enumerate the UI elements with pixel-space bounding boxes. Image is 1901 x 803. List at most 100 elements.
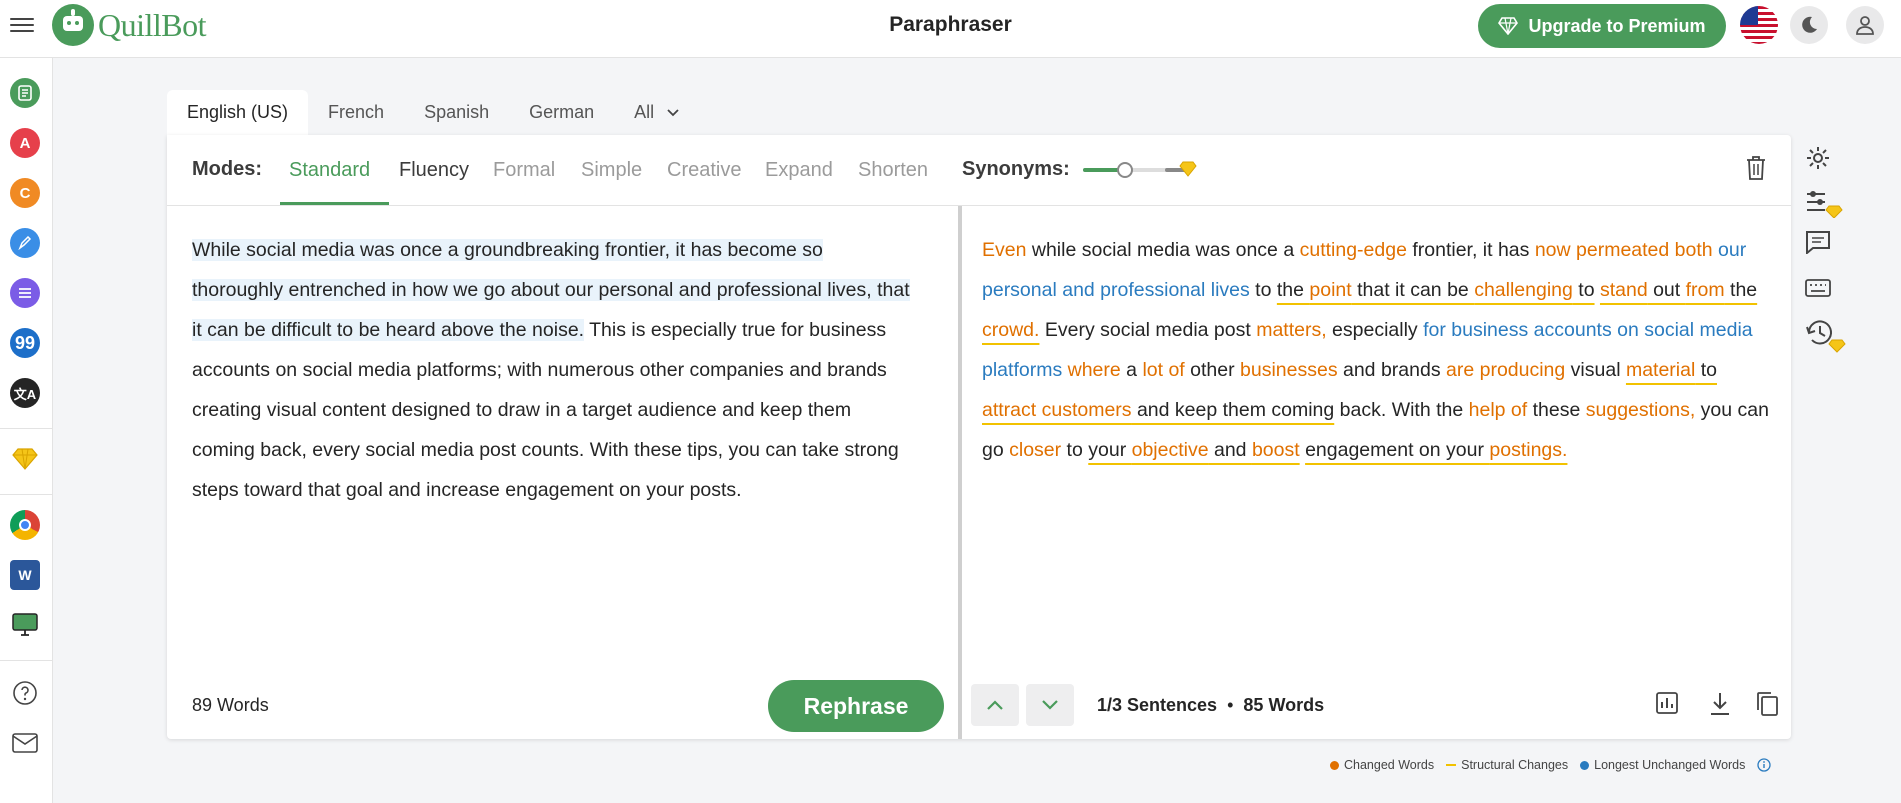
tab-french[interactable]: French bbox=[308, 90, 404, 135]
mode-standard[interactable]: Standard bbox=[289, 159, 370, 182]
copy-icon[interactable] bbox=[1755, 691, 1779, 717]
dark-mode-button[interactable] bbox=[1790, 6, 1828, 44]
previous-sentence-button[interactable] bbox=[971, 684, 1019, 726]
premium-diamond-icon[interactable] bbox=[10, 444, 40, 474]
output-segment: the bbox=[1276, 279, 1310, 301]
output-segment: these bbox=[1527, 399, 1586, 421]
output-segment: out bbox=[1647, 279, 1686, 301]
rephrase-button[interactable]: Rephrase bbox=[768, 680, 944, 732]
output-segment[interactable]: crowd. bbox=[982, 319, 1039, 341]
sidebar-divider bbox=[0, 428, 53, 429]
us-flag-icon[interactable] bbox=[1740, 6, 1778, 44]
output-segment[interactable]: are producing bbox=[1446, 359, 1565, 381]
tab-english-us[interactable]: English (US) bbox=[167, 90, 309, 135]
output-segment[interactable]: both bbox=[1675, 239, 1713, 261]
mode-fluency[interactable]: Fluency bbox=[399, 159, 469, 182]
word-addin-icon[interactable]: W bbox=[10, 560, 40, 590]
synonyms-slider[interactable] bbox=[1083, 159, 1197, 181]
output-segment: to bbox=[1061, 439, 1089, 461]
citation-generator-icon[interactable]: 99 bbox=[10, 328, 40, 358]
output-segment[interactable]: boost bbox=[1252, 439, 1300, 461]
modes-bar: Modes: Standard Fluency Formal Simple Cr… bbox=[167, 135, 1791, 206]
tab-spanish[interactable]: Spanish bbox=[404, 90, 509, 135]
mode-formal[interactable]: Formal bbox=[493, 159, 555, 182]
trash-icon[interactable] bbox=[1745, 155, 1767, 181]
output-segment: and brands bbox=[1337, 359, 1446, 381]
download-icon[interactable] bbox=[1708, 691, 1732, 717]
mode-shorten[interactable]: Shorten bbox=[858, 159, 928, 182]
slider-thumb[interactable] bbox=[1117, 162, 1133, 178]
summarizer-icon[interactable] bbox=[10, 278, 40, 308]
quillbot-logo[interactable]: QuillBot bbox=[52, 4, 207, 46]
paraphraser-icon[interactable] bbox=[10, 78, 40, 108]
history-icon[interactable] bbox=[1805, 318, 1847, 354]
output-segment[interactable]: point bbox=[1309, 279, 1351, 301]
account-button[interactable] bbox=[1846, 6, 1884, 44]
chrome-extension-icon[interactable] bbox=[10, 510, 40, 540]
legend: Changed Words Structural Changes Longest… bbox=[1330, 758, 1772, 772]
legend-structural-label: Structural Changes bbox=[1461, 758, 1569, 772]
input-word-count: 89 Words bbox=[192, 695, 269, 715]
next-sentence-button[interactable] bbox=[1026, 684, 1074, 726]
translator-icon[interactable]: 文A bbox=[10, 378, 40, 408]
plagiarism-checker-icon[interactable]: C bbox=[10, 178, 40, 208]
input-text-area[interactable]: While social media was once a groundbrea… bbox=[192, 230, 912, 510]
output-segment[interactable]: attract customers bbox=[982, 399, 1132, 421]
desktop-app-icon[interactable] bbox=[10, 610, 40, 640]
output-segment[interactable]: from bbox=[1686, 279, 1725, 301]
output-segment[interactable]: matters, bbox=[1256, 319, 1326, 341]
language-tabs: English (US) French Spanish German All bbox=[167, 90, 699, 135]
output-segment[interactable]: help of bbox=[1469, 399, 1528, 421]
output-segment[interactable]: postings. bbox=[1489, 439, 1567, 461]
output-segment: to bbox=[1249, 279, 1277, 301]
output-segment: Every social media post bbox=[1039, 319, 1257, 341]
statistics-icon[interactable] bbox=[1655, 691, 1679, 715]
paraphraser-card: Modes: Standard Fluency Formal Simple Cr… bbox=[167, 135, 1791, 739]
left-sidebar: A C 99 文A W bbox=[0, 58, 53, 803]
mode-creative[interactable]: Creative bbox=[667, 159, 741, 182]
panel-divider[interactable] bbox=[958, 206, 962, 739]
sentence-count: 1/3 Sentences bbox=[1097, 695, 1218, 715]
structural-color-dash bbox=[1446, 764, 1457, 766]
modes-label: Modes: bbox=[192, 158, 262, 180]
premium-diamond-icon bbox=[1179, 161, 1197, 177]
moon-icon bbox=[1802, 16, 1817, 33]
output-segment: while social media was once a bbox=[1026, 239, 1300, 261]
legend-changed-label: Changed Words bbox=[1344, 758, 1435, 772]
active-mode-indicator bbox=[280, 202, 389, 205]
output-segment[interactable]: objective bbox=[1132, 439, 1209, 461]
tab-german[interactable]: German bbox=[509, 90, 614, 135]
upgrade-button[interactable]: Upgrade to Premium bbox=[1478, 4, 1726, 48]
output-segment: to bbox=[1572, 279, 1595, 301]
grammar-checker-icon[interactable]: A bbox=[10, 128, 40, 158]
mode-expand[interactable]: Expand bbox=[765, 159, 833, 182]
gear-icon[interactable] bbox=[1805, 145, 1831, 171]
output-segment[interactable]: businesses bbox=[1240, 359, 1338, 381]
keyboard-icon[interactable] bbox=[1805, 278, 1831, 298]
menu-icon[interactable] bbox=[10, 14, 34, 36]
output-segment[interactable]: now permeated bbox=[1535, 239, 1669, 261]
output-segment[interactable]: closer bbox=[1009, 439, 1061, 461]
output-segment[interactable]: Even bbox=[982, 239, 1026, 261]
legend-changed-words: Changed Words bbox=[1330, 758, 1434, 772]
mode-simple[interactable]: Simple bbox=[581, 159, 642, 182]
comment-icon[interactable] bbox=[1805, 230, 1831, 254]
output-segment[interactable]: challenging bbox=[1474, 279, 1573, 301]
output-segment[interactable]: material bbox=[1626, 359, 1695, 381]
output-word-count: 85 Words bbox=[1243, 695, 1325, 715]
info-icon[interactable] bbox=[1757, 758, 1772, 772]
output-text-area[interactable]: Even while social media was once a cutti… bbox=[982, 230, 1772, 470]
output-segment[interactable]: cutting-edge bbox=[1300, 239, 1407, 261]
output-segment[interactable]: where bbox=[1068, 359, 1121, 381]
compare-modes-icon[interactable] bbox=[1805, 188, 1845, 218]
sidebar-divider bbox=[0, 660, 53, 661]
output-segment[interactable]: lot of bbox=[1142, 359, 1184, 381]
output-segment[interactable]: suggestions, bbox=[1586, 399, 1696, 421]
output-segment[interactable]: stand bbox=[1600, 279, 1648, 301]
tab-all-languages[interactable]: All bbox=[614, 90, 699, 135]
co-writer-icon[interactable] bbox=[10, 228, 40, 258]
chevron-down-icon bbox=[1042, 700, 1058, 710]
help-icon[interactable] bbox=[10, 678, 40, 708]
mail-icon[interactable] bbox=[10, 728, 40, 758]
robot-icon bbox=[52, 4, 94, 46]
